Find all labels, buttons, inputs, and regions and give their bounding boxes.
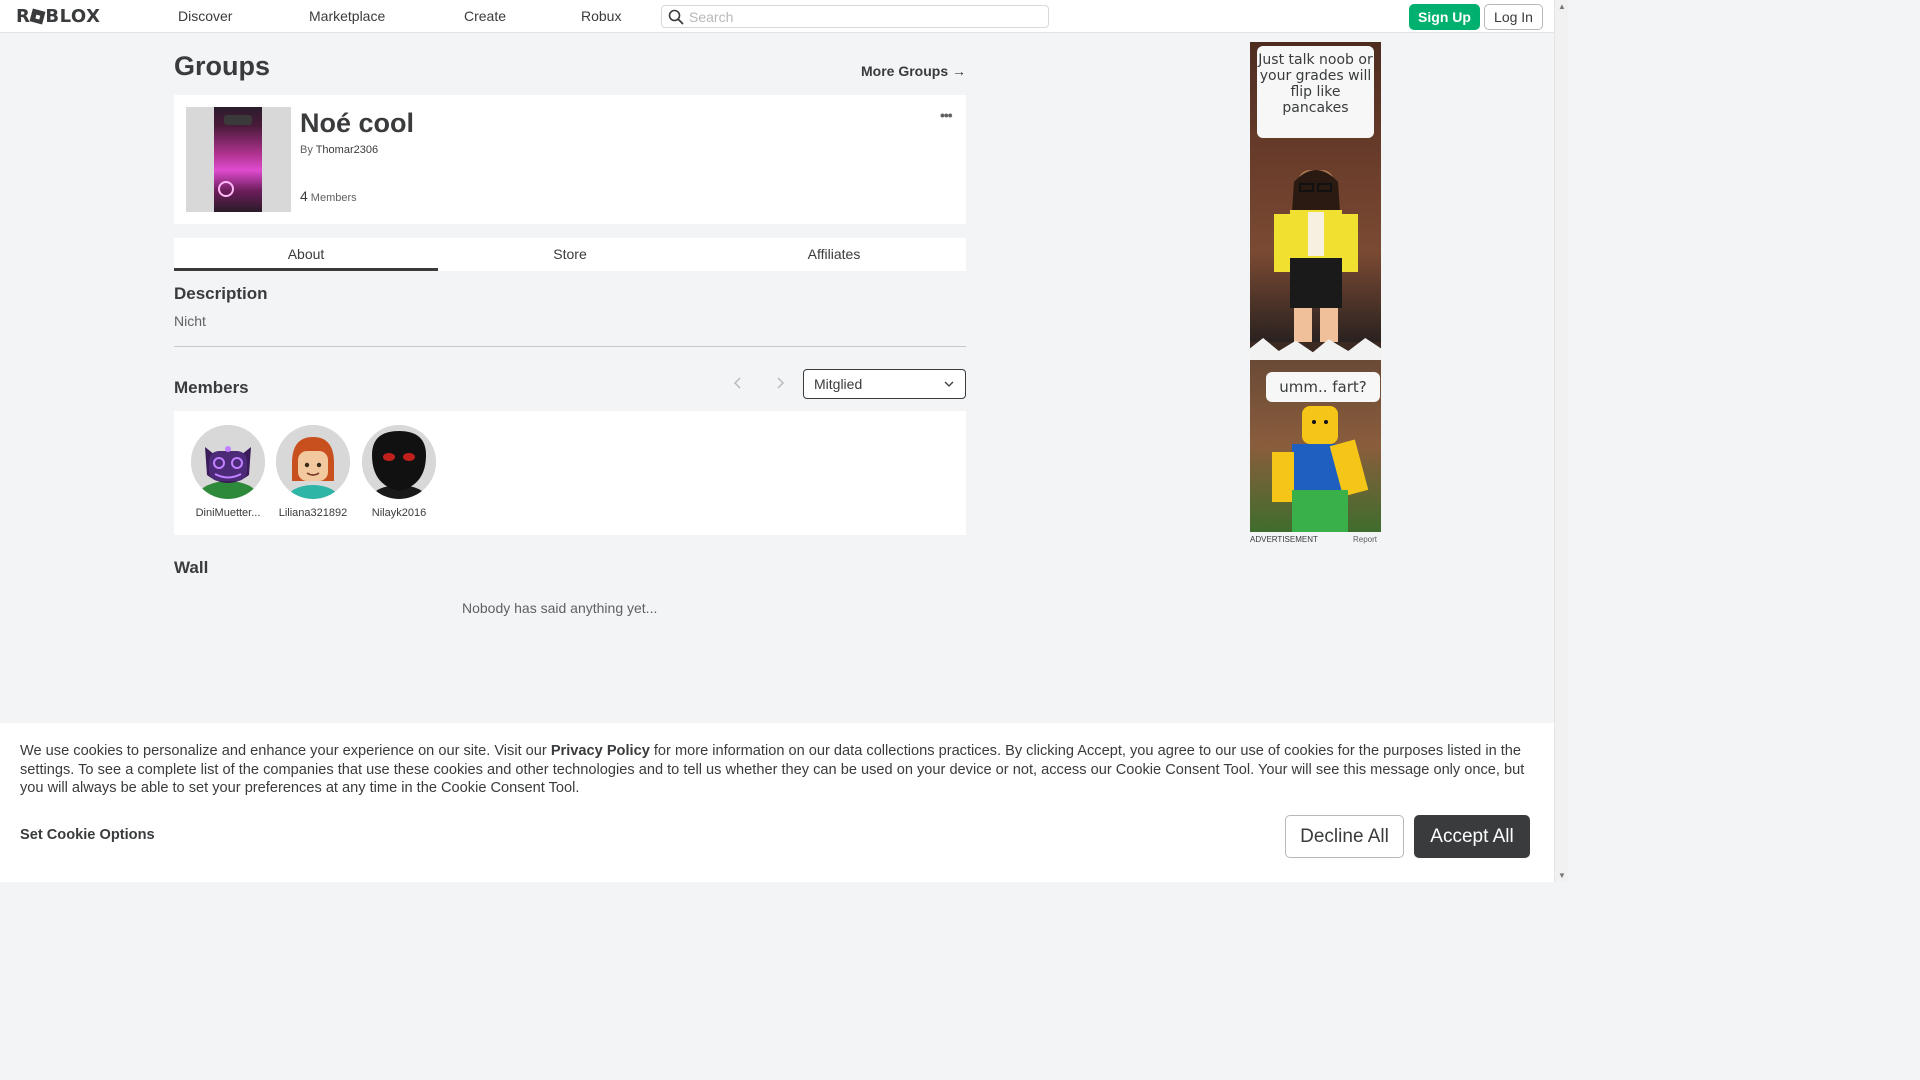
sign-up-button[interactable]: Sign Up [1409, 4, 1480, 30]
search-input[interactable] [689, 8, 1039, 26]
ad-noob-image [1272, 406, 1369, 532]
description-heading: Description [174, 284, 268, 303]
ad-speech-bubble: Just talk noob or your grades will flip … [1257, 46, 1374, 138]
more-options-icon[interactable]: ••• [940, 107, 953, 123]
next-page-icon[interactable] [771, 374, 789, 392]
member-card[interactable]: Nilayk2016 [359, 425, 439, 519]
member-name[interactable]: Nilayk2016 [359, 507, 439, 519]
avatar[interactable] [191, 425, 265, 499]
group-member-count: 4 Members [300, 188, 357, 204]
cookie-text-part: We use cookies to personalize and enhanc… [20, 743, 551, 759]
ad-character-image [1274, 170, 1358, 342]
member-card[interactable]: Liliana321892 [273, 425, 353, 519]
privacy-policy-link[interactable]: Privacy Policy [551, 743, 650, 759]
nav-marketplace[interactable]: Marketplace [309, 8, 385, 24]
member-count-label: Members [310, 192, 357, 204]
group-description: Nicht [174, 313, 206, 329]
scroll-up-icon[interactable]: ▲ [1558, 2, 1566, 11]
page-title: Groups [174, 51, 271, 81]
roblox-logo[interactable]: R BLOX [16, 6, 100, 27]
member-name[interactable]: Liliana321892 [273, 507, 353, 519]
member-card[interactable]: DiniMuetter... [188, 425, 268, 519]
members-list: DiniMuetter... Liliana321892 Nilayk2016 [174, 411, 966, 535]
chevron-down-icon [944, 381, 954, 387]
group-owner-line: By Thomar2306 [300, 144, 378, 156]
cookie-consent-text: We use cookies to personalize and enhanc… [20, 742, 1540, 798]
nav-robux[interactable]: Robux [581, 8, 621, 24]
by-label: By [300, 144, 313, 156]
avatar[interactable] [276, 425, 350, 499]
group-name: Noé cool [300, 108, 415, 138]
ad-speech-bubble-2: umm.. fart? [1266, 372, 1380, 402]
scroll-down-icon[interactable]: ▼ [1558, 871, 1566, 880]
group-tabs: About Store Affiliates [174, 238, 966, 271]
group-header-card: Noé cool By Thomar2306 4 Members ••• [174, 95, 966, 224]
log-in-button[interactable]: Log In [1484, 4, 1543, 30]
role-select-value: Mitglied [814, 376, 863, 392]
nav-create[interactable]: Create [464, 8, 506, 24]
wall-heading: Wall [174, 558, 209, 577]
section-divider [174, 346, 966, 347]
top-navigation-bar: R BLOX Discover Marketplace Create Robux … [0, 0, 1568, 33]
set-cookie-options-link[interactable]: Set Cookie Options [20, 827, 155, 843]
previous-page-icon[interactable] [729, 374, 747, 392]
cookie-consent-banner: We use cookies to personalize and enhanc… [0, 723, 1554, 882]
more-groups-link[interactable]: More Groups → [861, 63, 966, 79]
ad-report-link[interactable]: Report [1353, 535, 1377, 544]
advertisement-banner[interactable]: Just talk noob or your grades will flip … [1250, 42, 1381, 532]
avatar[interactable] [362, 425, 436, 499]
nav-discover[interactable]: Discover [178, 8, 232, 24]
member-count-value: 4 [300, 188, 308, 204]
wall-empty-message: Nobody has said anything yet... [462, 600, 658, 616]
group-owner-link[interactable]: Thomar2306 [316, 144, 378, 156]
page-scrollbar[interactable]: ▲ ▼ [1554, 0, 1568, 882]
advertisement-label: ADVERTISEMENT [1250, 535, 1318, 544]
role-select[interactable]: Mitglied [803, 369, 966, 399]
search-box[interactable] [661, 5, 1049, 28]
group-emblem [186, 107, 291, 212]
member-name[interactable]: DiniMuetter... [188, 507, 268, 519]
accept-all-button[interactable]: Accept All [1414, 815, 1530, 858]
tab-store[interactable]: Store [438, 238, 702, 271]
decline-all-button[interactable]: Decline All [1285, 815, 1404, 858]
search-icon [668, 9, 684, 25]
members-heading: Members [174, 378, 249, 397]
tab-about[interactable]: About [174, 238, 438, 271]
tab-affiliates[interactable]: Affiliates [702, 238, 966, 271]
